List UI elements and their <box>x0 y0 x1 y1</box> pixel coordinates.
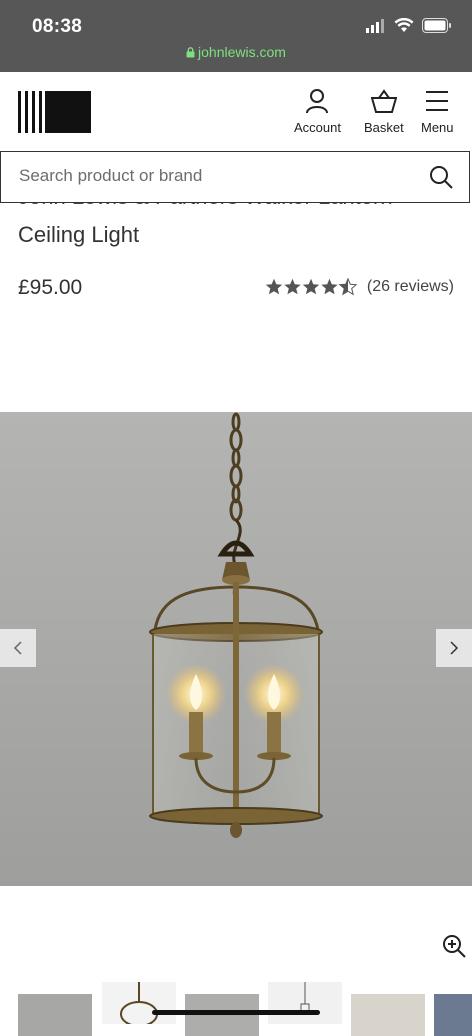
account-label: Account <box>294 120 341 135</box>
zoom-icon[interactable] <box>442 934 466 958</box>
battery-icon <box>422 18 451 33</box>
menu-label: Menu <box>421 120 454 135</box>
thumbnail-4[interactable] <box>268 982 342 1024</box>
account-button[interactable]: Account <box>294 88 341 135</box>
thumbnail-room-image <box>300 982 310 1015</box>
lantern-image <box>149 412 323 838</box>
thumbnail-3[interactable] <box>185 994 259 1036</box>
status-time: 08:38 <box>32 16 83 37</box>
search-input[interactable] <box>19 166 399 186</box>
menu-icon <box>426 91 449 111</box>
prev-image-button[interactable] <box>0 629 36 667</box>
thumbnail-lantern-image <box>120 982 158 1027</box>
reviews-count[interactable]: (26 reviews) <box>367 278 454 296</box>
chevron-left-icon <box>13 641 22 655</box>
search-icon[interactable] <box>429 165 453 189</box>
site-header: Account Basket Menu <box>0 72 472 152</box>
search-bar <box>0 151 470 203</box>
star-icon <box>265 278 357 295</box>
product-price: £95.00 <box>18 276 83 299</box>
logo[interactable] <box>18 91 91 133</box>
thumbnail-5[interactable] <box>351 994 425 1036</box>
signal-icon <box>366 18 384 33</box>
product-image[interactable] <box>0 412 472 886</box>
basket-button[interactable]: Basket <box>364 88 404 135</box>
thumbnail-6[interactable] <box>434 994 472 1036</box>
product-rating[interactable]: (26 reviews) <box>265 278 454 296</box>
product-title-line2: Ceiling Light <box>18 222 140 247</box>
thumbnail-2[interactable] <box>102 982 176 1027</box>
next-image-button[interactable] <box>436 629 472 667</box>
lock-icon <box>186 47 195 58</box>
basket-icon <box>370 89 397 113</box>
menu-button[interactable]: Menu <box>421 88 454 135</box>
basket-label: Basket <box>364 120 404 135</box>
status-bar: 08:38 johnlewis.com <box>0 0 472 72</box>
account-icon <box>306 89 329 114</box>
url-bar[interactable]: johnlewis.com <box>0 44 472 60</box>
home-indicator <box>152 1010 320 1015</box>
rating-stars <box>265 278 357 296</box>
wifi-icon <box>394 18 414 32</box>
url-text: johnlewis.com <box>198 44 286 60</box>
thumbnail-1[interactable] <box>18 994 92 1036</box>
thumbnail-strip <box>0 982 472 1036</box>
chevron-right-icon <box>450 641 459 655</box>
status-icons <box>366 18 452 33</box>
